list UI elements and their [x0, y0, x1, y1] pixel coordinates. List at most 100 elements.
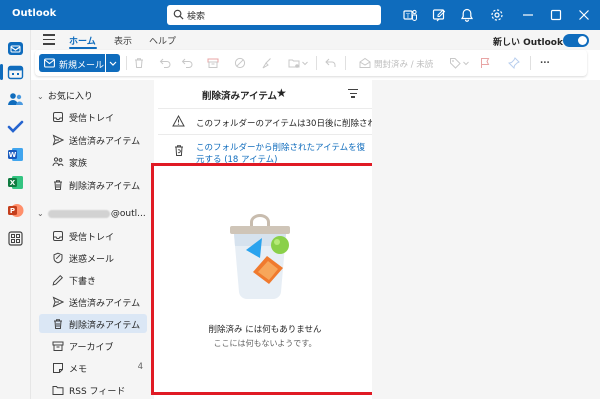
- retention-notice: このフォルダーのアイテムは30日後に削除されます。: [158, 108, 401, 134]
- title-bar: Outlook 検索 T: [0, 0, 600, 30]
- account-header-label: @outl...: [110, 209, 146, 219]
- folder-item[interactable]: 家族: [39, 152, 147, 171]
- folder-item-label: 送信済みアイテム: [69, 137, 141, 147]
- favorites-header[interactable]: ⌄ お気に入り: [37, 89, 93, 102]
- chevron-down-icon: ⌄: [37, 92, 44, 101]
- pin-icon[interactable]: [508, 57, 520, 69]
- rail-active-indicator: [0, 64, 3, 80]
- app-rail: W X P: [0, 30, 31, 399]
- archive-icon[interactable]: [207, 57, 219, 69]
- tab-home[interactable]: ホーム: [69, 34, 96, 47]
- folder-item-selected[interactable]: 削除済みアイテム: [39, 314, 147, 333]
- folder-item[interactable]: メモ 4: [39, 358, 147, 377]
- folder-item-label: 受信トレイ: [69, 114, 115, 124]
- archive-icon: [52, 341, 64, 351]
- account-header[interactable]: ⌄ @outl...: [37, 209, 146, 219]
- recover-items-row[interactable]: このフォルダーから削除されたアイテムを復元する (18 アイテム): [158, 134, 372, 166]
- flag-icon[interactable]: [479, 57, 491, 69]
- folder-item[interactable]: 下書き: [39, 270, 147, 289]
- folder-item[interactable]: 迷惑メール: [39, 248, 147, 267]
- recover-trash-icon: [175, 145, 183, 156]
- folder-item-label: 下書き: [69, 277, 97, 287]
- folder-item-label: アーカイブ: [69, 343, 114, 353]
- mail-app-icon[interactable]: [7, 40, 24, 57]
- note-edit-icon[interactable]: [432, 8, 446, 22]
- report-icon[interactable]: [234, 57, 246, 69]
- hamburger-menu-icon[interactable]: [43, 34, 55, 45]
- send-icon: [52, 296, 64, 308]
- maximize-icon[interactable]: [550, 9, 562, 21]
- folder-title: 削除済みアイテム: [202, 91, 278, 102]
- ribbon-separator: [345, 56, 346, 70]
- chevron-down-icon[interactable]: [462, 57, 470, 69]
- toggle-knob: [578, 36, 587, 45]
- send-icon: [52, 134, 64, 146]
- minimize-icon[interactable]: [522, 9, 534, 21]
- sweep-icon[interactable]: [261, 57, 273, 69]
- app-title: Outlook: [12, 8, 57, 19]
- excel-app-icon[interactable]: X: [7, 174, 24, 191]
- search-placeholder: 検索: [187, 12, 206, 22]
- folder-item[interactable]: 送信済みアイテム: [39, 292, 147, 311]
- chevron-down-icon: [109, 61, 117, 66]
- search-box[interactable]: 検索: [167, 5, 381, 25]
- people-app-icon[interactable]: [7, 90, 24, 107]
- folder-item-label: 削除済みアイテム: [69, 321, 141, 331]
- filter-icon[interactable]: [348, 89, 358, 98]
- people-icon: [52, 157, 64, 167]
- retention-notice-text: このフォルダーのアイテムは30日後に削除されます。: [196, 119, 401, 129]
- note-icon: [53, 363, 63, 373]
- folder-icon: [52, 386, 64, 395]
- star-icon[interactable]: ★: [276, 86, 287, 100]
- todo-app-icon[interactable]: [7, 118, 24, 135]
- folder-item[interactable]: アーカイブ: [39, 336, 147, 355]
- tab-view[interactable]: 表示: [114, 34, 132, 47]
- reply-all-icon[interactable]: [181, 57, 193, 69]
- folder-item[interactable]: RSS フィード: [39, 380, 147, 399]
- account-name-redacted: [47, 209, 110, 218]
- folder-item[interactable]: 受信トレイ: [39, 226, 147, 245]
- folder-item-label: メモ: [69, 365, 88, 375]
- powerpoint-app-icon[interactable]: P: [7, 202, 24, 219]
- trash-icon: [54, 319, 62, 329]
- inbox-icon: [53, 112, 63, 122]
- settings-icon[interactable]: [490, 8, 504, 22]
- envelope-open-icon[interactable]: [359, 57, 371, 69]
- folder-item[interactable]: 受信トレイ: [39, 107, 147, 126]
- junk-icon: [53, 252, 63, 264]
- new-mail-button[interactable]: 新規メール: [39, 54, 105, 72]
- chevron-down-icon[interactable]: [301, 57, 309, 69]
- pencil-icon: [52, 274, 64, 286]
- folder-item[interactable]: 送信済みアイテム: [39, 130, 147, 149]
- new-mail-dropdown[interactable]: [106, 54, 120, 72]
- calendar-app-icon[interactable]: [7, 64, 24, 81]
- close-icon[interactable]: [578, 9, 590, 21]
- teams-icon[interactable]: T: [403, 8, 417, 22]
- new-outlook-toggle[interactable]: [563, 34, 589, 47]
- svg-text:X: X: [10, 179, 16, 187]
- delete-icon[interactable]: [133, 57, 145, 69]
- trash-icon: [54, 180, 62, 190]
- tab-help[interactable]: ヘルプ: [149, 34, 176, 47]
- read-unread-button[interactable]: 開封済み / 未読: [374, 58, 433, 70]
- word-app-icon[interactable]: W: [7, 146, 24, 163]
- bell-icon[interactable]: [460, 8, 474, 22]
- svg-text:W: W: [9, 151, 17, 159]
- favorites-header-label: お気に入り: [47, 92, 93, 102]
- folder-item-label: 家族: [69, 159, 88, 169]
- reply-icon[interactable]: [324, 57, 336, 69]
- folder-item-label: RSS フィード: [69, 387, 126, 397]
- svg-text:P: P: [10, 207, 15, 215]
- tab-active-underline: [69, 47, 97, 49]
- move-to-folder-icon[interactable]: [288, 57, 300, 69]
- folder-item[interactable]: 削除済みアイテム: [39, 175, 147, 194]
- more-apps-icon[interactable]: [7, 230, 24, 247]
- undo-icon[interactable]: [159, 57, 171, 69]
- folder-pane: ⌄ お気に入り 受信トレイ 送信済みアイテム 家族 削除済みアイテム ⌄ @ou…: [31, 80, 154, 399]
- reading-pane: [372, 80, 600, 399]
- folder-item-label: 迷惑メール: [69, 255, 115, 265]
- more-options-button[interactable]: ...: [540, 56, 550, 66]
- tag-icon[interactable]: [449, 57, 461, 69]
- highlight-frame: [151, 163, 378, 395]
- folder-item-count: 4: [137, 362, 143, 372]
